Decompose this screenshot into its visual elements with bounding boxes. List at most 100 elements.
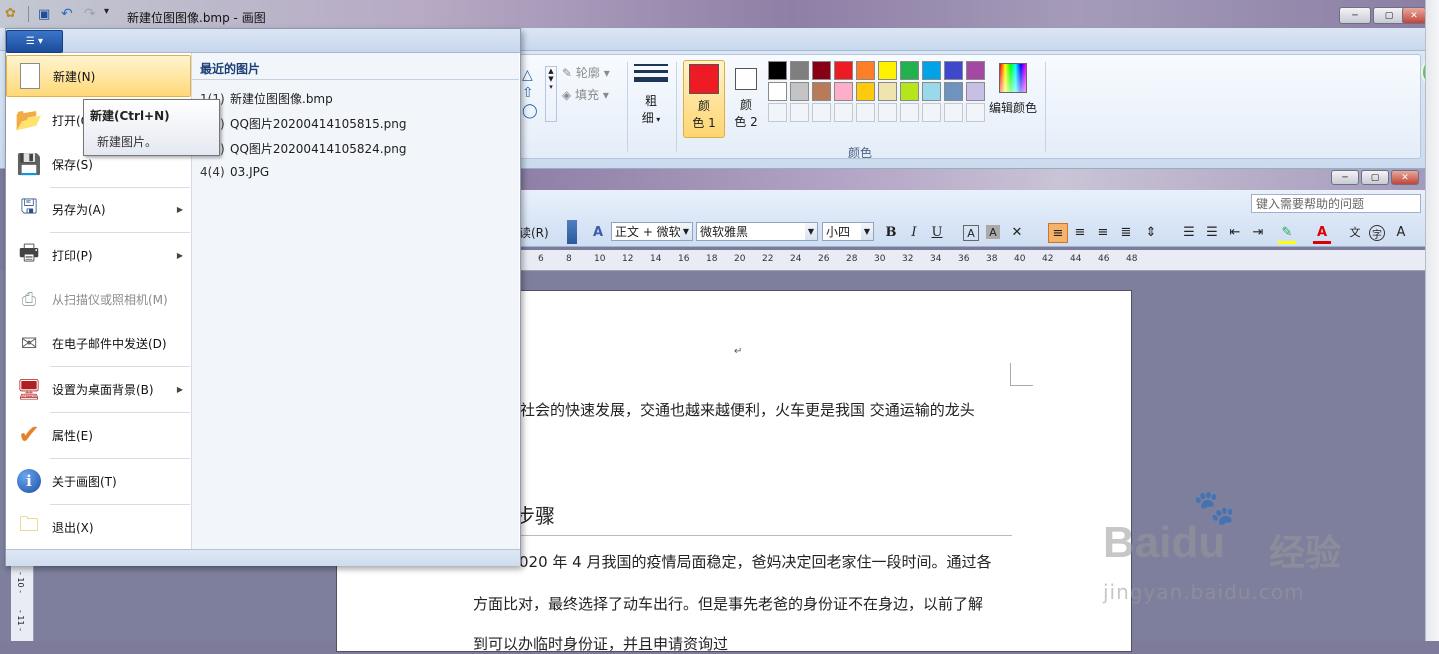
- palette-empty-swatch[interactable]: [790, 103, 809, 122]
- app-menu-button[interactable]: ☰ ▾: [6, 30, 63, 53]
- char-border-icon[interactable]: A: [963, 225, 979, 241]
- styles-icon[interactable]: A: [589, 223, 607, 241]
- grow-font-icon[interactable]: A: [1392, 223, 1410, 241]
- bold-button[interactable]: B: [882, 223, 900, 241]
- align-justify-icon[interactable]: ≣: [1117, 223, 1135, 241]
- font-size-combo[interactable]: 小四 ▼: [822, 222, 874, 241]
- palette-color-swatch[interactable]: [966, 61, 985, 80]
- palette-color-swatch[interactable]: [790, 61, 809, 80]
- margin-corner-mark: [1010, 363, 1033, 386]
- doc-line-3: 方面比对，最终选择了动车出行。但是事先老爸的身份证不在身边，以前了解: [473, 595, 984, 613]
- customize-quick-access-icon[interactable]: ▾: [104, 6, 120, 20]
- palette-color-swatch[interactable]: [856, 82, 875, 101]
- close-button[interactable]: ✕: [1402, 7, 1426, 24]
- highlight-icon[interactable]: ✎: [1278, 223, 1296, 244]
- palette-color-swatch[interactable]: [856, 61, 875, 80]
- numbering-icon[interactable]: ☰: [1180, 223, 1198, 241]
- palette-empty-swatch[interactable]: [834, 103, 853, 122]
- recent-item-name: 新建位图图像.bmp: [230, 92, 333, 106]
- palette-color-swatch[interactable]: [922, 61, 941, 80]
- palette-color-swatch[interactable]: [900, 61, 919, 80]
- help-search-input[interactable]: 键入需要帮助的问题: [1251, 194, 1421, 213]
- recent-item[interactable]: 4(4) 03.JPG: [200, 165, 269, 179]
- palette-empty-swatch[interactable]: [768, 103, 787, 122]
- palette-color-swatch[interactable]: [944, 82, 963, 101]
- palette-color-swatch[interactable]: [966, 82, 985, 101]
- style-combo[interactable]: 正文 + 微软 ▼: [611, 222, 693, 241]
- menu-item-about[interactable]: i 关于画图(T): [6, 460, 191, 502]
- palette-color-swatch[interactable]: [878, 61, 897, 80]
- fill-button[interactable]: ◈ 填充 ▾: [562, 86, 609, 103]
- palette-empty-swatch[interactable]: [922, 103, 941, 122]
- fill-label: 填充: [575, 88, 600, 102]
- menu-item-email[interactable]: ✉ 在电子邮件中发送(D): [6, 322, 191, 364]
- align-center-icon[interactable]: ≡: [1071, 223, 1089, 241]
- colors-group-label: 颜色: [848, 146, 873, 160]
- palette-empty-swatch[interactable]: [900, 103, 919, 122]
- recent-item[interactable]: 3(3)QQ图片20200414105824.png: [200, 140, 406, 157]
- palette-color-swatch[interactable]: [768, 82, 787, 101]
- quick-save-icon[interactable]: ▣: [38, 7, 54, 22]
- pinyin-icon[interactable]: 文: [1346, 223, 1364, 241]
- shapes-gallery[interactable]: △ ⇧ ◯: [522, 66, 538, 120]
- menu-item-exit[interactable]: 🗀 退出(X): [6, 506, 191, 548]
- font-color-icon[interactable]: A: [1313, 223, 1331, 244]
- recent-item-name: QQ图片20200414105815.png: [230, 117, 407, 131]
- toolbar-dropdown[interactable]: [567, 220, 577, 244]
- palette-color-swatch[interactable]: [812, 61, 831, 80]
- enclose-char-icon[interactable]: 字: [1369, 225, 1385, 241]
- outline-button[interactable]: ✎ 轮廓 ▾: [562, 64, 610, 81]
- palette-color-swatch[interactable]: [900, 82, 919, 101]
- menu-item-print[interactable]: 🖶 打印(P) ▶: [6, 234, 191, 276]
- palette-empty-swatch[interactable]: [878, 103, 897, 122]
- align-right-icon[interactable]: ≡: [1094, 223, 1112, 241]
- palette-color-swatch[interactable]: [790, 82, 809, 101]
- size-button[interactable]: 粗细 ▾: [634, 64, 668, 128]
- palette-color-swatch[interactable]: [768, 61, 787, 80]
- align-left-icon[interactable]: ≡: [1048, 223, 1068, 243]
- redo-icon[interactable]: ↷: [84, 6, 100, 22]
- decrease-indent-icon[interactable]: ⇤: [1226, 223, 1244, 241]
- size-label-1: 粗: [644, 94, 657, 108]
- font-combo[interactable]: 微软雅黑 ▼: [696, 222, 818, 241]
- palette-color-swatch[interactable]: [922, 82, 941, 101]
- color1-button[interactable]: 颜色 1: [683, 60, 725, 138]
- menu-separator: [50, 366, 190, 367]
- palette-color-swatch[interactable]: [878, 82, 897, 101]
- color2-button[interactable]: 颜色 2: [727, 60, 765, 136]
- char-shading-icon[interactable]: A: [986, 225, 1000, 239]
- palette-color-swatch[interactable]: [944, 61, 963, 80]
- shapes-scroll[interactable]: ▲ ▼ ▾: [545, 66, 557, 122]
- menu-item-desktop-background[interactable]: 🖥 设置为桌面背景(B) ▶: [6, 368, 191, 410]
- new-tooltip: 新建(Ctrl+N) 新建图片。: [83, 99, 220, 156]
- menu-item-properties[interactable]: ✔ 属性(E): [6, 414, 191, 456]
- palette-color-swatch[interactable]: [812, 82, 831, 101]
- palette-empty-swatch[interactable]: [966, 103, 985, 122]
- vertical-scrollbar[interactable]: [1425, 0, 1439, 641]
- palette-color-swatch[interactable]: [834, 61, 853, 80]
- word-minimize-button[interactable]: ─: [1331, 170, 1359, 185]
- reading-mode-button[interactable]: 读(R): [519, 224, 549, 241]
- maximize-button[interactable]: ▢: [1373, 7, 1405, 24]
- chevron-down-icon: ▼: [805, 223, 817, 240]
- palette-empty-swatch[interactable]: [812, 103, 831, 122]
- recent-item[interactable]: 2(2)QQ图片20200414105815.png: [200, 115, 406, 132]
- menu-item-new[interactable]: 新建(N): [6, 55, 191, 97]
- minimize-button[interactable]: ─: [1339, 7, 1371, 24]
- menu-item-save-as[interactable]: 🖫 另存为(A) ▶: [6, 188, 191, 230]
- palette-color-swatch[interactable]: [834, 82, 853, 101]
- bullets-icon[interactable]: ☰: [1203, 223, 1221, 241]
- italic-button[interactable]: I: [905, 223, 923, 241]
- word-maximize-button[interactable]: ▢: [1361, 170, 1389, 185]
- edit-colors-button[interactable]: 编辑颜色: [988, 60, 1038, 120]
- watermark-brand-2: du: [1171, 518, 1226, 567]
- increase-indent-icon[interactable]: ⇥: [1249, 223, 1267, 241]
- palette-empty-swatch[interactable]: [944, 103, 963, 122]
- underline-button[interactable]: U: [928, 223, 946, 241]
- menu-item-scanner: ⎙ 从扫描仪或照相机(M): [6, 278, 191, 320]
- line-spacing-icon[interactable]: ⇕: [1142, 223, 1160, 241]
- palette-empty-swatch[interactable]: [856, 103, 875, 122]
- word-close-button[interactable]: ✕: [1391, 170, 1419, 185]
- undo-icon[interactable]: ↶: [61, 6, 77, 22]
- scale-icon[interactable]: ✕: [1008, 223, 1026, 241]
